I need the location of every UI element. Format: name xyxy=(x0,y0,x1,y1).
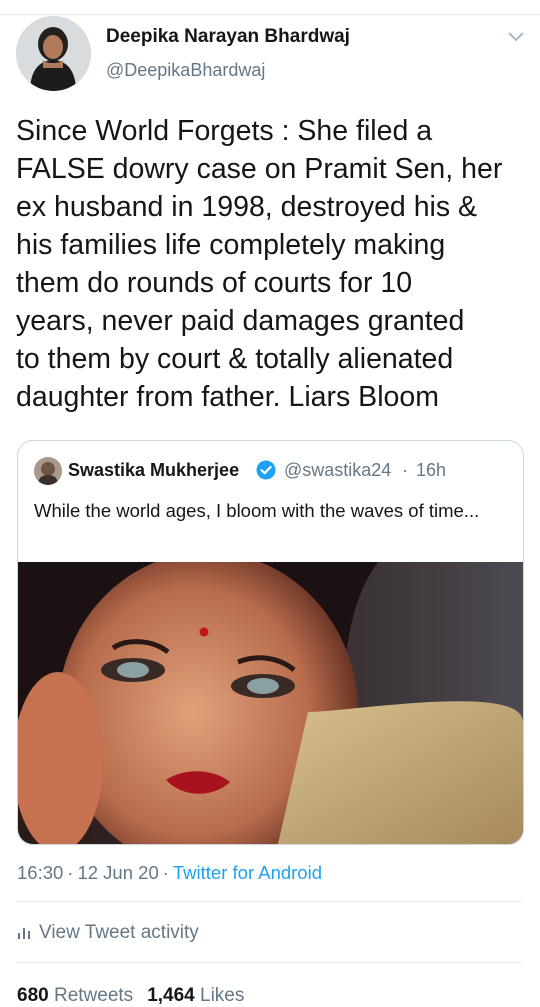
quoted-handle[interactable]: @swastika24 xyxy=(284,460,391,481)
engagement-stats: 680 Retweets 1,464 Likes xyxy=(17,985,244,1007)
tweet-date: 12 Jun 20 xyxy=(77,862,159,883)
view-tweet-activity-label: View Tweet activity xyxy=(39,922,199,943)
quoted-display-name[interactable]: Swastika Mukherjee xyxy=(68,460,239,481)
quoted-media-image[interactable] xyxy=(18,562,523,844)
quoted-avatar[interactable] xyxy=(34,457,62,485)
meta-separator: · xyxy=(162,862,169,883)
bar-chart-icon xyxy=(18,928,30,939)
quoted-separator: · xyxy=(402,460,408,480)
retweets-label: Retweets xyxy=(53,985,134,1006)
meta-separator: · xyxy=(67,862,74,883)
portrait-photo-icon xyxy=(18,562,523,844)
retweets-stat[interactable]: 680 Retweets xyxy=(17,985,133,1006)
author-avatar[interactable] xyxy=(16,16,91,91)
likes-stat[interactable]: 1,464 Likes xyxy=(147,985,244,1006)
author-display-name[interactable]: Deepika Narayan Bhardwaj xyxy=(106,26,350,48)
quoted-timestamp[interactable]: 16h xyxy=(416,460,446,481)
quoted-tweet-text: While the world ages, I bloom with the w… xyxy=(34,500,480,521)
divider xyxy=(17,901,523,902)
tweet-metadata: 16:30 · 12 Jun 20 · Twitter for Android xyxy=(17,862,322,884)
divider xyxy=(17,962,523,963)
tweet-source-link[interactable]: Twitter for Android xyxy=(173,862,322,883)
view-tweet-activity-link[interactable]: View Tweet activity xyxy=(17,922,199,944)
verified-badge-icon xyxy=(256,460,276,480)
quoted-user-avatar-icon xyxy=(34,457,62,485)
quoted-tweet-card[interactable]: Swastika Mukherjee @swastika24 · 16h Whi… xyxy=(17,440,524,845)
likes-label: Likes xyxy=(200,985,245,1006)
tweet-text: Since World Forgets : She filed a FALSE … xyxy=(16,115,503,413)
tweet-time: 16:30 xyxy=(17,862,64,883)
author-handle[interactable]: @DeepikaBhardwaj xyxy=(106,60,265,81)
likes-count: 1,464 xyxy=(147,985,195,1006)
top-divider xyxy=(0,0,540,15)
retweets-count: 680 xyxy=(17,985,49,1006)
chevron-down-icon[interactable] xyxy=(506,30,526,44)
user-avatar-photo-icon xyxy=(16,16,91,91)
